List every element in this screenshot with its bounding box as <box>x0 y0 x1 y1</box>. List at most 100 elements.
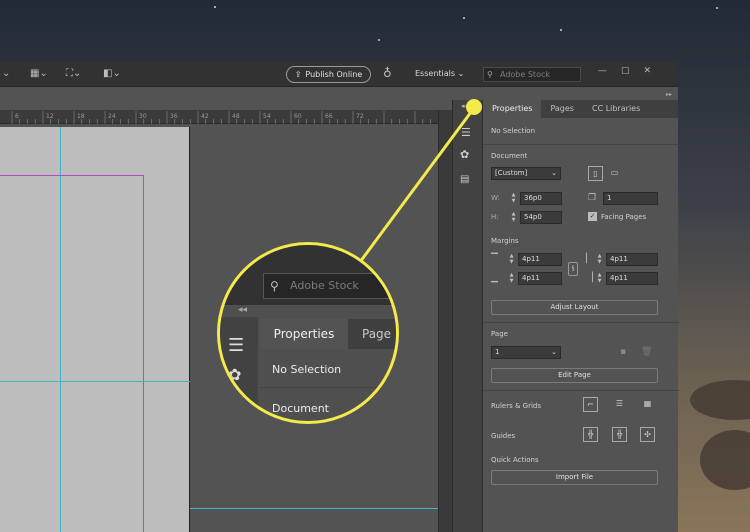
margin-bottom-field[interactable]: 4p11 <box>518 272 562 285</box>
zoom-search-placeholder: Adobe Stock <box>290 279 359 292</box>
search-placeholder: Adobe Stock <box>500 70 550 79</box>
adjust-layout-button[interactable]: Adjust Layout <box>491 300 658 315</box>
margin-bottom-stepper[interactable]: ▲ ▼ <box>507 272 516 285</box>
tab-properties[interactable]: Properties <box>483 100 542 118</box>
hamburger-menu-icon[interactable]: ☰ <box>461 126 471 139</box>
lock-guides-icon[interactable]: ╬ <box>612 427 627 442</box>
selection-status: No Selection <box>491 127 536 135</box>
rulers-grids-label: Rulers & Grids <box>491 402 542 410</box>
import-file-button[interactable]: Import File <box>491 470 658 485</box>
baseline-grid-icon[interactable]: ☰ <box>612 397 627 412</box>
zoom-tab-pages: Page <box>362 327 392 341</box>
tab-pages[interactable]: Pages <box>541 100 583 118</box>
document-preset-dropdown[interactable]: [Custom] ⌄ <box>491 167 561 180</box>
swatches-icon[interactable]: ▤ <box>460 174 469 185</box>
height-stepper[interactable]: ▲ ▼ <box>509 211 518 224</box>
maximize-icon[interactable]: ▢ <box>621 66 630 76</box>
page-section-label: Page <box>491 330 508 338</box>
margin-left-stepper[interactable]: ▲ ▼ <box>595 253 604 266</box>
vertical-scrollbar[interactable] <box>438 110 452 532</box>
publish-online-label: Publish Online <box>305 70 363 79</box>
ruler-guide <box>0 381 190 382</box>
ruler-tick-label: 42 <box>201 113 209 120</box>
new-page-icon[interactable]: ▪ <box>620 347 626 357</box>
zoom-callout-circle: ⚲ Adobe Stock ◂◂ ☰ ✿ Properties Page No … <box>217 242 399 424</box>
workspace-switcher[interactable]: Essentials ⌄ <box>415 69 464 78</box>
palette-icon[interactable]: ✿ <box>460 148 469 161</box>
edit-page-button[interactable]: Edit Page <box>491 368 658 383</box>
chevron-down-icon: ⌄ <box>551 348 557 356</box>
trash-icon[interactable]: 🗑 <box>641 347 652 357</box>
document-grid-icon[interactable]: ▦ <box>640 397 655 412</box>
zoom-tab-properties: Properties <box>260 319 348 349</box>
link-margins-icon[interactable]: § <box>568 262 578 276</box>
ruler-tick-label: 36 <box>170 113 178 120</box>
hamburger-menu-icon: ☰ <box>228 335 245 356</box>
lightbulb-icon[interactable]: ♁ <box>383 66 392 80</box>
height-field[interactable]: 54p0 <box>520 211 562 224</box>
divider <box>483 322 679 323</box>
transform-icon[interactable]: ⛶⌄ <box>66 68 81 79</box>
frame-fitting-icon[interactable]: ▦⌄ <box>30 68 48 79</box>
panel-collapse-icon[interactable]: ▸▸ <box>666 91 672 98</box>
ruler-ticks: 6 12 18 24 30 36 42 48 54 60 66 72 <box>11 111 439 124</box>
screen-mode-icon[interactable]: ◧⌄ <box>103 68 121 79</box>
guides-label: Guides <box>491 432 516 440</box>
workspace-label: Essentials <box>415 69 456 78</box>
ruler-tick-label: 30 <box>139 113 147 120</box>
page-value: 1 <box>495 348 500 356</box>
margin-top-stepper[interactable]: ▲ ▼ <box>507 253 516 266</box>
properties-panel: ▸▸ Properties Pages CC Libraries No Sele… <box>482 91 679 532</box>
margin-guide <box>0 175 144 176</box>
pages-count-field[interactable]: 1 <box>603 192 658 205</box>
minimize-icon[interactable]: — <box>598 66 607 76</box>
divider <box>483 144 679 145</box>
adobe-stock-search[interactable]: ⚲ Adobe Stock <box>483 67 581 82</box>
quick-actions-label: Quick Actions <box>491 456 539 464</box>
upload-icon: ⇪ <box>294 70 302 79</box>
panel-icon-strip: ◂◂ ☰ ✿ ▤ <box>452 100 482 532</box>
width-label: W: <box>491 194 500 202</box>
search-icon: ⚲ <box>487 70 493 79</box>
margin-top-icon: ▔ <box>491 254 498 264</box>
smart-guides-icon[interactable]: ✣ <box>640 427 655 442</box>
margin-left-field[interactable]: 4p11 <box>606 253 658 266</box>
margin-right-stepper[interactable]: ▲ ▼ <box>595 272 604 285</box>
panel-tab-bar: Properties Pages CC Libraries <box>483 100 678 118</box>
ruler-tick-label: 6 <box>15 113 19 120</box>
facing-pages-checkbox[interactable]: ✓ <box>588 212 597 221</box>
margin-right-field[interactable]: 4p11 <box>606 272 658 285</box>
window-controls: — ▢ ✕ <box>598 66 651 76</box>
margin-bottom-icon: ▁ <box>491 273 498 283</box>
width-field[interactable]: 36p0 <box>520 192 562 205</box>
show-guides-icon[interactable]: ╬ <box>583 427 598 442</box>
ruler-tick-label: 24 <box>108 113 116 120</box>
ruler-tick-label: 12 <box>46 113 54 120</box>
height-label: H: <box>491 213 499 221</box>
landscape-orientation-icon[interactable]: ▭ <box>607 166 622 181</box>
portrait-orientation-icon[interactable]: ▯ <box>588 166 603 181</box>
margins-section-label: Margins <box>491 237 519 245</box>
ruler-toggle-icon[interactable]: ⌐ <box>583 397 598 412</box>
collapse-icon: ◂◂ <box>238 305 248 315</box>
pages-icon: ❐ <box>588 193 597 203</box>
close-icon[interactable]: ✕ <box>644 66 652 76</box>
ruler-tick-label: 54 <box>263 113 271 120</box>
page-dropdown[interactable]: 1 ⌄ <box>491 346 561 359</box>
tab-cc-libraries[interactable]: CC Libraries <box>583 100 649 118</box>
document-page[interactable] <box>0 127 190 532</box>
margin-right-icon: ▕ <box>586 273 593 283</box>
facing-pages-label: Facing Pages <box>601 213 647 221</box>
chevron-down-icon[interactable]: ⌄ <box>2 68 10 79</box>
ruler-guide <box>190 508 438 509</box>
search-icon: ⚲ <box>270 279 279 293</box>
chevron-down-icon: ⌄ <box>551 169 557 177</box>
collapse-icon[interactable]: ◂◂ <box>461 102 468 110</box>
width-stepper[interactable]: ▲ ▼ <box>509 192 518 205</box>
horizontal-ruler[interactable]: 6 12 18 24 30 36 42 48 54 60 66 72 <box>0 110 439 124</box>
margin-top-field[interactable]: 4p11 <box>518 253 562 266</box>
preset-value: [Custom] <box>495 169 528 177</box>
publish-online-button[interactable]: ⇪ Publish Online <box>286 66 371 83</box>
control-bar: ⌄ ▦⌄ ⛶⌄ ◧⌄ ⇪ Publish Online ♁ Essentials… <box>0 62 678 87</box>
margin-left-icon: ▏ <box>586 254 593 264</box>
